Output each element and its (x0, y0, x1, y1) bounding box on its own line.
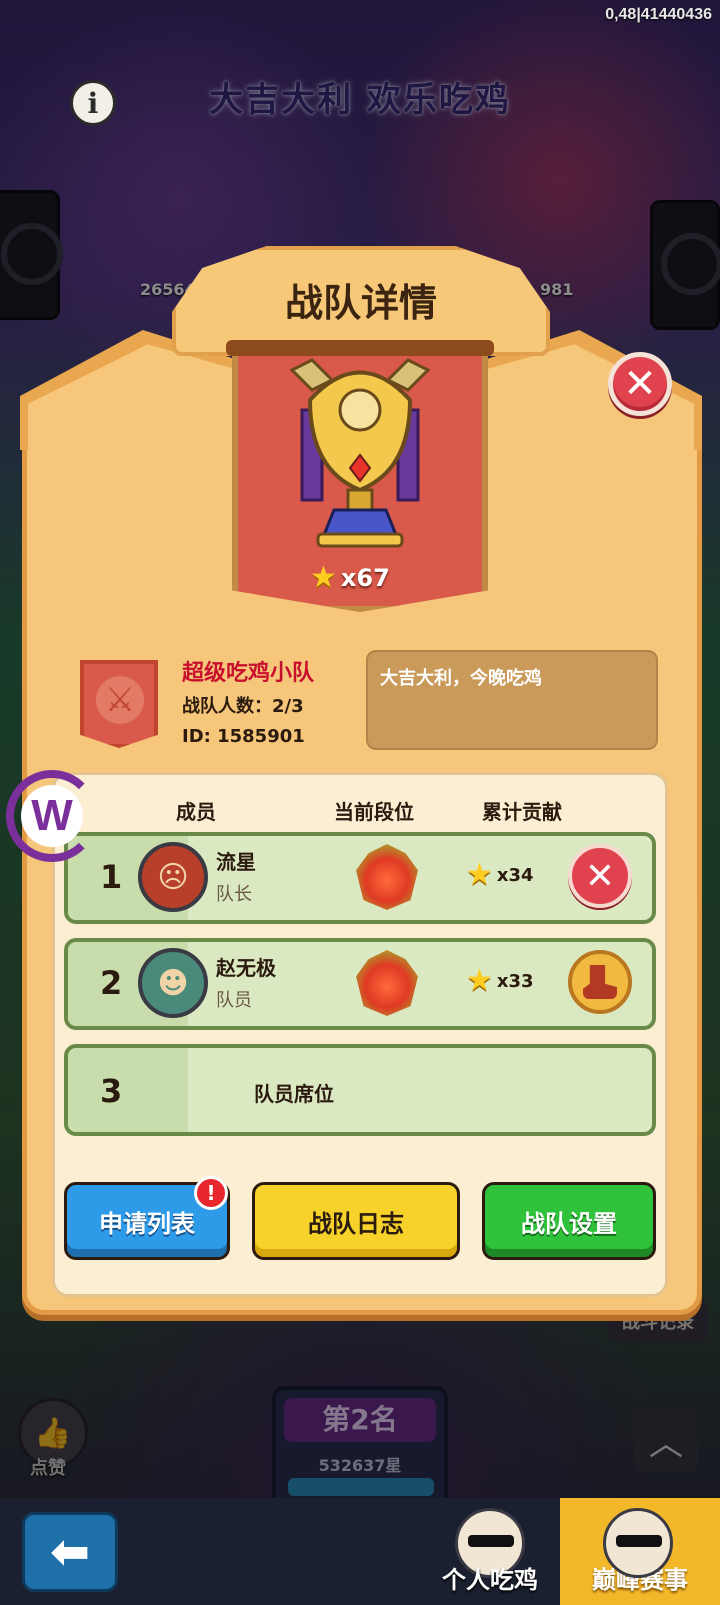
member-index: 1 (100, 858, 123, 896)
team-emblem-mark: ⚔ (96, 676, 144, 724)
star-icon: ★ (466, 857, 493, 892)
modal-title: 战队详情 (284, 281, 437, 325)
contribution-value: x34 (496, 864, 534, 886)
star-icon: ★ (466, 963, 493, 998)
member-index: 2 (100, 964, 123, 1002)
trophy-icon (289, 358, 431, 548)
team-settings-button[interactable]: 战队设置 (482, 1182, 656, 1260)
empty-slot-label: 队员席位 (254, 1082, 334, 1106)
kick-member-button[interactable]: ✕ (568, 844, 632, 908)
close-icon: ✕ (623, 361, 657, 407)
member-role: 队长 (216, 884, 252, 905)
back-button[interactable]: ⬅ (22, 1512, 118, 1592)
close-button[interactable]: ✕ (608, 352, 672, 416)
team-id: ID: 1585901 (182, 726, 305, 747)
avatar[interactable]: ☹ (138, 842, 208, 912)
trophy-star-count: x67 (340, 564, 390, 592)
team-log-button[interactable]: 战队日志 (252, 1182, 460, 1260)
debug-stats: 0,48|41440436 (605, 6, 712, 23)
tab-peak-avatar (603, 1508, 673, 1578)
team-name: 超级吃鸡小队 (182, 661, 315, 686)
member-name: 流星 (216, 850, 256, 874)
empty-member-slot[interactable] (64, 1044, 656, 1136)
boot-icon (583, 965, 617, 999)
back-arrow-icon: ⬅ (49, 1524, 91, 1580)
trophy-star-total: ★ x67 (310, 560, 420, 596)
info-icon[interactable]: i (70, 80, 116, 126)
star-icon: ★ (310, 560, 337, 595)
apply-alert-badge: ! (194, 1176, 228, 1210)
tab-personal[interactable]: 个人吃鸡 (420, 1498, 560, 1605)
watermark-logo: W (6, 770, 98, 862)
team-motto: 大吉大利，今晚吃鸡 (380, 668, 542, 689)
member-contribution: ★ x33 (466, 966, 534, 996)
column-header-rank: 当前段位 (334, 800, 414, 824)
transfer-leader-button[interactable] (568, 950, 632, 1014)
member-role: 队员 (216, 990, 252, 1011)
member-name: 赵无极 (216, 956, 276, 980)
close-icon: ✕ (584, 855, 616, 897)
watermark-logo-mark: W (21, 785, 83, 847)
avatar[interactable]: ☻ (138, 948, 208, 1018)
member-index: 3 (100, 1072, 123, 1110)
contribution-value: x33 (496, 970, 534, 992)
column-header-contribution: 累计贡献 (482, 800, 562, 824)
column-header-member: 成员 (176, 800, 216, 824)
team-member-count: 战队人数：2/3 (182, 696, 304, 717)
member-contribution: ★ x34 (466, 860, 534, 890)
